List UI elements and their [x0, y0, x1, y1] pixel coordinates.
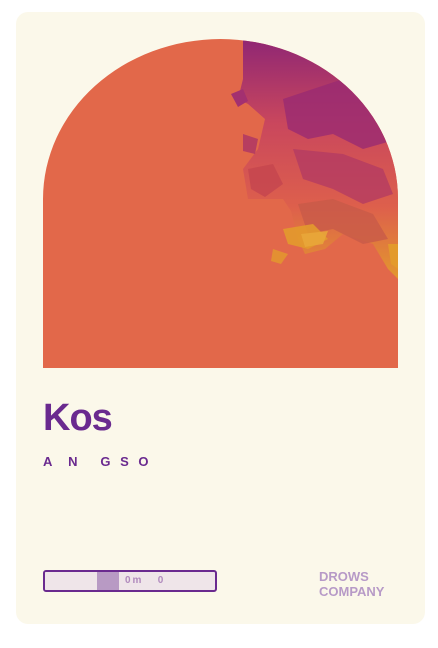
brand-line-2: COMPANY — [319, 584, 385, 599]
brand-line-1: DROWS — [319, 569, 369, 584]
place-subtitle: A N G S O — [43, 454, 152, 469]
progress-bar: 0m 0 — [43, 570, 217, 592]
place-title: Kos — [43, 397, 113, 439]
poster-card: Kos A N G S O 0m 0 DROWS COMPANY — [16, 12, 425, 624]
landscape-artwork — [43, 39, 398, 368]
progress-fill — [45, 572, 69, 590]
progress-marker — [97, 572, 119, 590]
progress-label: 0m 0 — [125, 575, 166, 586]
brand-logo: DROWS COMPANY — [319, 569, 384, 599]
